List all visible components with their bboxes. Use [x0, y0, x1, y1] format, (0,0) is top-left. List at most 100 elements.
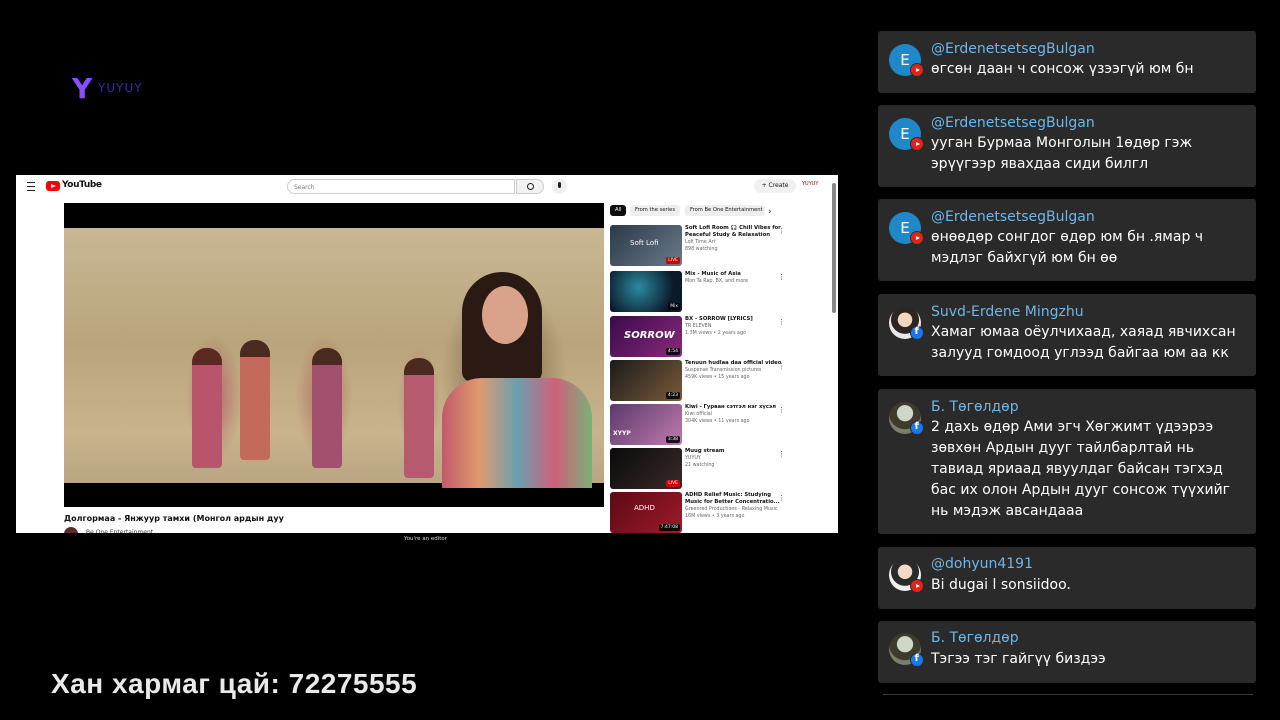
more-options-icon[interactable]: ⋮ — [778, 362, 785, 370]
chat-author: @dohyun4191 — [931, 556, 1033, 572]
chat-text: өнөөдөр сонгдог өдөр юм бн .ямар ч мэдлэ… — [931, 229, 1204, 266]
recommendation-title[interactable]: Tenuun hudlaa daa official video — [685, 360, 785, 367]
chat-text: 2 дахь өдөр Ами эгч Хөгжимт үдээрээ зөвх… — [931, 419, 1231, 519]
facebook-icon — [910, 421, 924, 435]
chat-message: Suvd-Erdene Mingzhu Хамаг юмаа оёулчихаа… — [878, 294, 1256, 376]
editor-notice-bar: You're an editor — [16, 533, 838, 546]
recommendation-item[interactable]: Soft Lofi LIVE Soft Lofi Room 🎧 Chill Vi… — [610, 225, 830, 267]
chat-divider — [883, 694, 1253, 695]
recommendation-channel: YUYUY — [685, 456, 701, 461]
recommendation-meta: Mix - Music of Asia Mon Ta Rap, BX, and … — [685, 271, 785, 285]
recommendation-stats: 1.3M views • 2 years ago — [685, 331, 746, 336]
chip-from-channel[interactable]: From Be One Entertainment — [685, 205, 765, 216]
dancer-figure — [192, 348, 222, 468]
video-player[interactable] — [64, 203, 604, 507]
duration-badge: 3:38 — [665, 436, 680, 443]
thumbnail-text: SORROW — [624, 330, 675, 341]
create-label: Create — [768, 182, 789, 189]
recommendation-meta: Soft Lofi Room 🎧 Chill Vibes for Peacefu… — [685, 225, 785, 253]
search-icon[interactable] — [516, 179, 544, 194]
page-scrollbar[interactable] — [832, 183, 836, 313]
recommendation-channel: Kiwi official — [685, 412, 713, 417]
recommendation-item[interactable]: SORROW 4:54 BX - SORROW [LYRICS] TR ELEV… — [610, 316, 830, 358]
facebook-icon — [910, 653, 924, 667]
chat-text: Bi dugai l sonsiidoo. — [931, 577, 1071, 593]
video-frame — [64, 228, 604, 488]
recommendation-item[interactable]: Mix Mix - Music of Asia Mon Ta Rap, BX, … — [610, 271, 830, 313]
recommendation-channel: Mon Ta Rap, BX, and more — [685, 279, 749, 284]
recommendation-thumbnail[interactable]: ADHD 7:47:08 — [610, 492, 682, 533]
chat-author: @ErdenetsetsegBulgan — [931, 115, 1095, 131]
chevron-right-icon[interactable]: › — [768, 207, 772, 217]
more-options-icon[interactable]: ⋮ — [778, 227, 785, 235]
duration-badge: 4:23 — [665, 392, 680, 399]
recommendation-item[interactable]: LIVE Muug stream YUYUY 21 watching ⋮ — [610, 448, 830, 490]
youtube-icon — [910, 579, 924, 593]
chat-author: Б. Төгөлдөр — [931, 399, 1019, 415]
youtube-icon — [910, 63, 924, 77]
recommendation-channel: Lofi Time Art — [685, 240, 716, 245]
more-options-icon[interactable]: ⋮ — [778, 406, 785, 414]
recommendation-title[interactable]: Kiwi - Гурван сэтгэл нэг хүсэл — [685, 404, 785, 411]
chip-all[interactable]: All — [610, 205, 627, 216]
live-badge: LIVE — [666, 480, 680, 487]
facebook-icon — [910, 326, 924, 340]
duration-badge: 4:54 — [665, 348, 680, 355]
recommendation-channel: TR ELEVEN — [685, 324, 712, 329]
video-title: Долгормаа - Янжуур тамхи (Монгол ардын д… — [64, 514, 284, 523]
thumbnail-text: ADHD — [634, 504, 655, 512]
chat-message: @dohyun4191 Bi dugai l sonsiidoo. — [878, 547, 1256, 609]
recommendation-item[interactable]: ХҮҮР 3:38 Kiwi - Гурван сэтгэл нэг хүсэл… — [610, 404, 830, 446]
recommendation-stats: 898 watching — [685, 247, 718, 252]
recommendation-thumbnail[interactable]: ХҮҮР 3:38 — [610, 404, 682, 445]
dancer-figure — [404, 358, 434, 478]
more-options-icon[interactable]: ⋮ — [778, 318, 785, 326]
live-badge: LIVE — [666, 257, 680, 264]
chat-text: Хамаг юмаа оёулчихаад, хаяад явчихсан за… — [931, 324, 1236, 361]
recommendation-channel: Greenred Productions - Relaxing Music — [685, 507, 778, 512]
recommendation-thumbnail[interactable]: LIVE — [610, 448, 682, 489]
recommendation-stats: 16M views • 3 years ago — [685, 514, 745, 519]
recommendation-thumbnail[interactable]: Soft Lofi LIVE — [610, 225, 682, 266]
more-options-icon[interactable]: ⋮ — [778, 494, 785, 502]
singer-dress — [442, 378, 592, 488]
editor-notice: You're an editor — [404, 536, 448, 542]
youtube-logo-icon[interactable] — [46, 181, 60, 191]
recommendation-meta: ADHD Relief Music: Studying Music for Be… — [685, 492, 785, 520]
recommendation-thumbnail[interactable]: 4:23 — [610, 360, 682, 401]
chat-text: өгсөн даан ч сонсож үзээгүй юм бн — [931, 61, 1194, 77]
recommendation-title[interactable]: ADHD Relief Music: Studying Music for Be… — [685, 492, 785, 506]
logo-mark: Y — [72, 72, 93, 105]
youtube-icon — [910, 231, 924, 245]
chat-message: E @ErdenetsetsegBulgan өгсөн даан ч сонс… — [878, 31, 1256, 93]
channel-logo: Y YUYUY — [72, 74, 162, 104]
chip-from-series[interactable]: From the series — [630, 205, 681, 216]
recommendation-thumbnail[interactable]: Mix — [610, 271, 682, 312]
dancer-figure — [312, 348, 342, 468]
singer-face — [482, 286, 528, 344]
chat-author: @ErdenetsetsegBulgan — [931, 41, 1095, 57]
chat-text: ууган Бурмаа Монголын 1өдөр гэж эрүүгээр… — [931, 135, 1193, 172]
recommendation-item[interactable]: ADHD 7:47:08 ADHD Relief Music: Studying… — [610, 492, 830, 534]
recommendation-item[interactable]: 4:23 Tenuun hudlaa daa official video Su… — [610, 360, 830, 402]
promo-text: Хан хармаг цай: 72275555 — [51, 668, 418, 699]
create-button[interactable]: + Create — [754, 179, 796, 193]
recommendation-title[interactable]: Soft Lofi Room 🎧 Chill Vibes for Peacefu… — [685, 225, 785, 239]
more-options-icon[interactable]: ⋮ — [778, 450, 785, 458]
youtube-screen-capture: YouTube Search + Create YUYUY Долгормаа … — [16, 175, 838, 546]
recommendation-channel: Suspense Transmission pictures — [685, 368, 762, 373]
chat-message: E @ErdenetsetsegBulgan өнөөдөр сонгдог ө… — [878, 199, 1256, 281]
chat-author: @ErdenetsetsegBulgan — [931, 209, 1095, 225]
recommendation-thumbnail[interactable]: SORROW 4:54 — [610, 316, 682, 357]
recommendation-stats: 459K views • 15 years ago — [685, 375, 750, 380]
recommendation-title[interactable]: Muug stream — [685, 448, 785, 455]
recommendation-title[interactable]: BX - SORROW [LYRICS] — [685, 316, 785, 323]
search-input[interactable]: Search — [287, 179, 515, 194]
youtube-logo-text[interactable]: YouTube — [62, 180, 102, 190]
account-avatar[interactable]: YUYUY — [802, 181, 818, 187]
recommendation-stats: 304K views • 11 years ago — [685, 419, 750, 424]
more-options-icon[interactable]: ⋮ — [778, 273, 785, 281]
microphone-icon[interactable] — [552, 179, 567, 194]
recommendation-title[interactable]: Mix - Music of Asia — [685, 271, 785, 278]
menu-icon[interactable] — [27, 182, 35, 191]
